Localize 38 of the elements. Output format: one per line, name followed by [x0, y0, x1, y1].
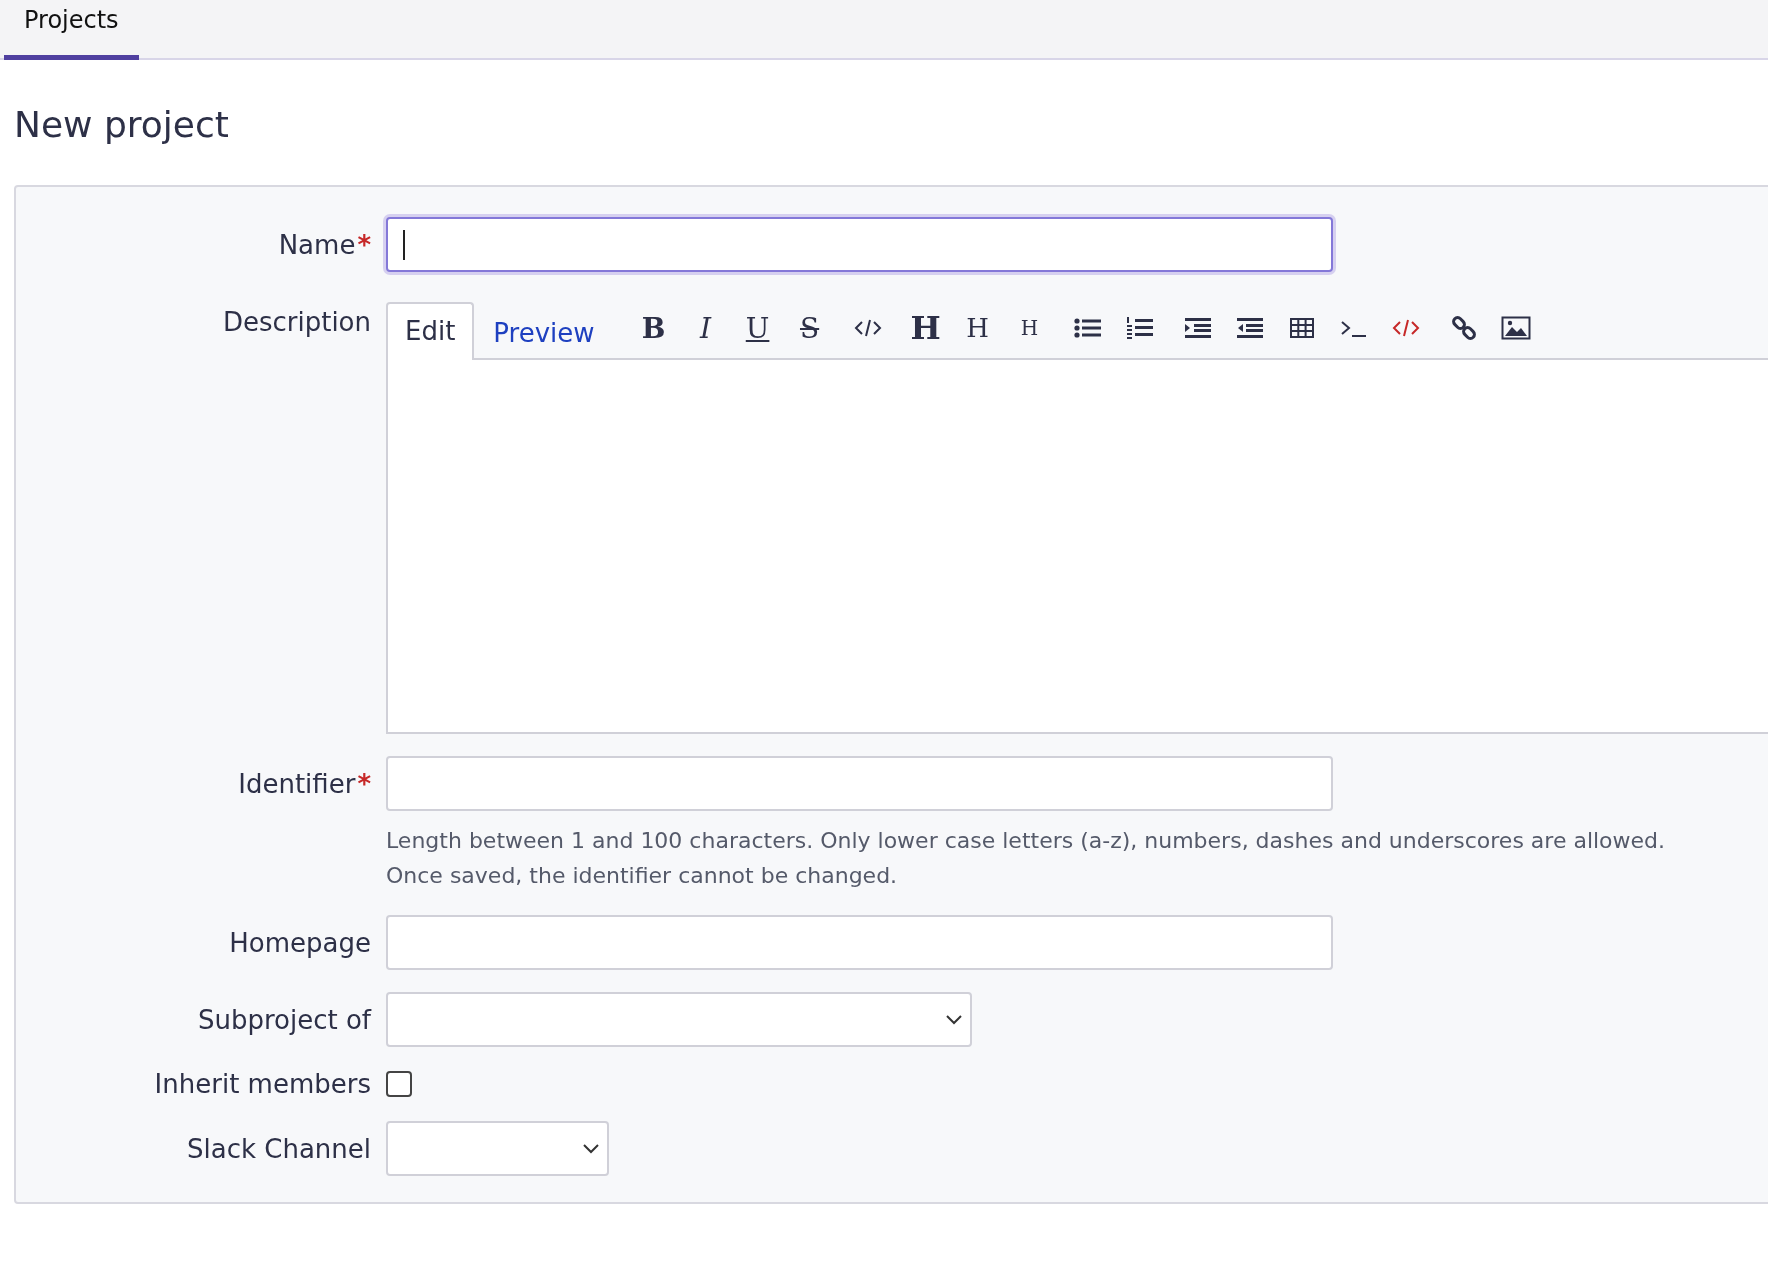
field-label: Identifier	[238, 769, 356, 799]
bullet-list-icon[interactable]	[1073, 317, 1102, 339]
chevron-down-icon	[946, 1014, 962, 1025]
outdent-icon[interactable]	[1235, 317, 1264, 339]
help-text: Length between 1 and 100 characters. Only lower case letters (a-z), numbers, dashes and underscores are allowed.	[386, 827, 1667, 855]
image-icon[interactable]	[1500, 316, 1531, 340]
page-title: New project	[14, 104, 230, 145]
field-label: Description	[222, 307, 371, 337]
chevron-down-icon	[583, 1143, 599, 1154]
underline-button[interactable]: U	[745, 311, 770, 345]
required-mark: *	[357, 769, 371, 799]
text-input-field[interactable]	[386, 756, 1333, 811]
code-icon[interactable]	[853, 317, 882, 339]
editor-tab[interactable]: Preview	[474, 304, 614, 360]
h1-button[interactable]: H	[910, 309, 941, 347]
table-icon[interactable]	[1288, 317, 1315, 339]
checkbox[interactable]	[386, 1071, 412, 1097]
field-label: Subproject of	[197, 1005, 371, 1035]
code-icon[interactable]	[1391, 317, 1420, 339]
italic-button[interactable]: I	[700, 311, 712, 345]
strike-button[interactable]: S	[800, 311, 820, 345]
h3-button[interactable]: H	[1020, 316, 1039, 340]
editor-tab[interactable]: Edit	[386, 302, 475, 360]
indent-icon[interactable]	[1183, 317, 1212, 339]
text-input-field[interactable]	[386, 217, 1333, 272]
link-icon[interactable]	[1450, 315, 1477, 341]
h2-button[interactable]: H	[966, 313, 989, 343]
field-label: Slack Channel	[186, 1134, 371, 1164]
numbered-list-icon[interactable]	[1125, 316, 1154, 340]
bold-button[interactable]: B	[641, 311, 666, 345]
field-label: Inherit members	[154, 1069, 371, 1099]
help-text: Once saved, the identifier cannot be changed.	[386, 862, 899, 890]
required-mark: *	[357, 230, 371, 260]
field-label: Homepage	[229, 928, 371, 958]
projects-tab[interactable]: Projects	[4, 0, 139, 60]
text-input-field[interactable]	[386, 915, 1333, 970]
field-label: Name	[278, 230, 356, 260]
text-cursor	[403, 229, 405, 260]
